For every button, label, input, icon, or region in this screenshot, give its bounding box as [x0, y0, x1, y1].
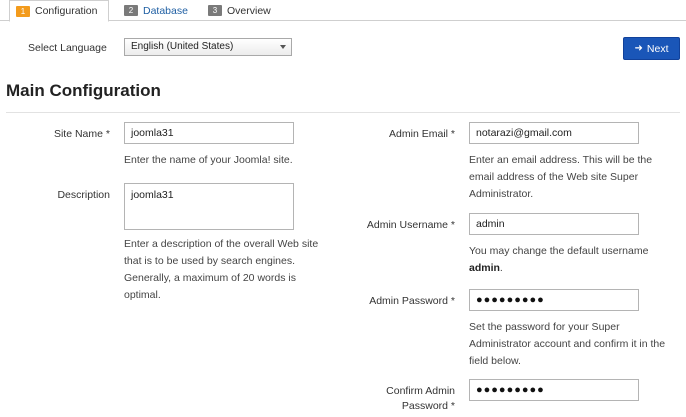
confirm-password-label-line1: Confirm Admin — [386, 385, 455, 397]
select-language-label: Select Language — [28, 42, 107, 54]
tab-database[interactable]: 2 Database — [118, 0, 198, 21]
arrow-right-icon: ➜ — [634, 42, 643, 54]
admin-username-hint: You may change the default username admi… — [469, 243, 674, 277]
default-username: admin — [469, 262, 500, 274]
description-hint: Enter a description of the overall Web s… — [124, 238, 319, 301]
step-tabs: 1 Configuration 2 Database 3 Overview — [0, 0, 686, 22]
language-select[interactable]: English (United States) — [124, 38, 292, 56]
tab-label: Overview — [227, 4, 271, 17]
page-title: Main Configuration — [6, 81, 161, 100]
description-label: Description — [57, 189, 110, 201]
tab-number-badge: 1 — [16, 5, 30, 17]
admin-username-input[interactable]: admin — [469, 213, 639, 235]
confirm-password-label-line2: Password * — [401, 400, 455, 412]
confirm-password-input[interactable]: ●●●●●●●●● — [469, 379, 639, 401]
language-select-value: English (United States) — [131, 41, 234, 52]
admin-email-input[interactable]: notarazi@gmail.com — [469, 122, 639, 144]
tab-label[interactable]: Database — [143, 5, 188, 17]
admin-password-input[interactable]: ●●●●●●●●● — [469, 289, 639, 311]
site-name-hint: Enter the name of your Joomla! site. — [124, 154, 293, 166]
admin-email-label: Admin Email * — [389, 128, 455, 140]
tab-configuration[interactable]: 1 Configuration — [9, 0, 109, 22]
tab-overview[interactable]: 3 Overview — [202, 0, 282, 21]
admin-password-hint: Set the password for your Super Administ… — [469, 321, 666, 367]
site-name-input[interactable]: joomla31 — [124, 122, 294, 144]
admin-username-label: Admin Username * — [366, 219, 455, 231]
admin-username-hint-text: You may change the default username — [469, 245, 649, 257]
tab-number-badge: 3 — [208, 5, 222, 16]
admin-password-label: Admin Password * — [369, 295, 455, 307]
divider — [6, 112, 680, 113]
tab-label: Configuration — [35, 5, 98, 17]
next-button[interactable]: ➜ Next — [623, 37, 680, 60]
hint-period: . — [499, 262, 503, 274]
confirm-password-label: Confirm Admin Password * — [350, 384, 455, 414]
description-textarea[interactable]: joomla31 — [124, 183, 294, 230]
next-button-label: Next — [646, 42, 669, 55]
tab-number-badge: 2 — [124, 5, 138, 16]
chevron-down-icon — [280, 45, 286, 49]
site-name-label: Site Name * — [53, 128, 110, 140]
installer-page: 1 Configuration 2 Database 3 Overview Se… — [0, 0, 686, 417]
admin-email-hint: Enter an email address. This will be the… — [469, 154, 653, 200]
